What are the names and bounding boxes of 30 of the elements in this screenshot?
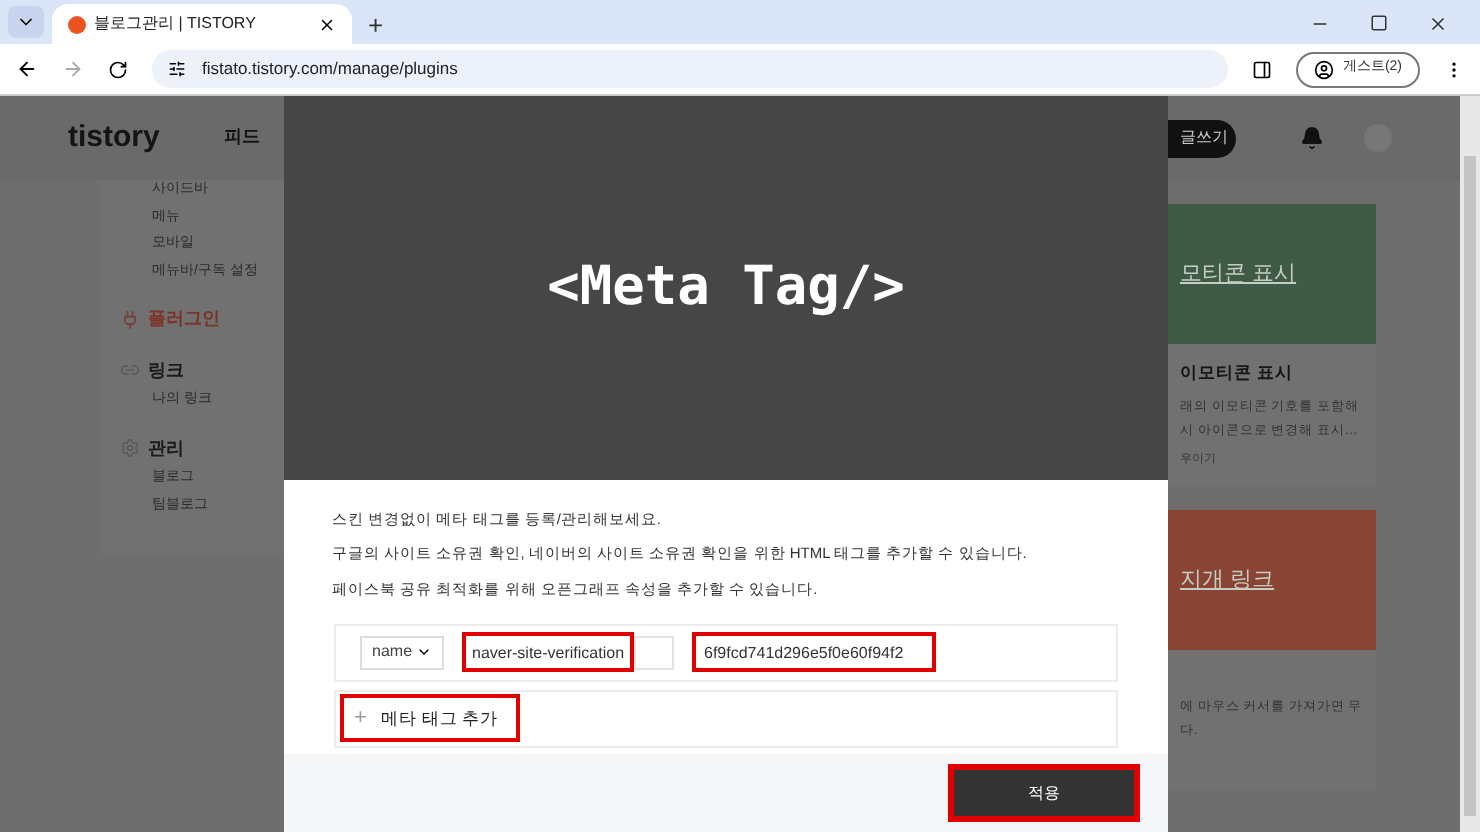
bell-icon[interactable]: [1300, 126, 1324, 150]
site-settings-icon[interactable]: [168, 60, 186, 78]
site-favicon-icon: [68, 15, 86, 33]
gear-icon: [120, 438, 140, 459]
add-meta-tag-button[interactable]: + 메타 태그 추가: [340, 694, 520, 743]
tab-title: 블로그관리 | TISTORY: [94, 12, 258, 36]
sidebar-group[interactable]: 링크: [148, 357, 184, 384]
url-text: fistato.tistory.com/manage/plugins: [202, 56, 458, 82]
close-icon[interactable]: [318, 15, 336, 33]
attribute-select[interactable]: name: [360, 635, 444, 670]
sidebar-group[interactable]: 플러그인: [148, 306, 220, 333]
user-icon: [1314, 59, 1335, 79]
site-logo[interactable]: tistory: [68, 115, 160, 161]
card-title: 이모티콘 표시: [1180, 360, 1295, 386]
reload-icon[interactable]: [108, 59, 128, 79]
back-icon[interactable]: [16, 58, 38, 80]
browser-tab[interactable]: 블로그관리 | TISTORY: [52, 4, 352, 44]
plug-icon: [120, 309, 140, 330]
maximize-icon[interactable]: [1370, 14, 1388, 32]
close-window-icon[interactable]: [1428, 14, 1448, 34]
content-input[interactable]: 6f9fcd741d296e5f0e60f94f2: [692, 632, 936, 673]
name-input[interactable]: naver-site-verification: [462, 632, 634, 673]
dialog-banner: <Meta Tag/>: [284, 96, 1168, 480]
new-tab-button[interactable]: +: [360, 12, 392, 38]
spacer-field: [634, 635, 674, 670]
address-bar[interactable]: fistato.tistory.com/manage/plugins: [152, 50, 1229, 88]
apply-button[interactable]: 적용: [948, 764, 1140, 822]
nav-link[interactable]: 피드: [223, 124, 260, 152]
side-panel-icon[interactable]: [1252, 59, 1273, 79]
sidebar-group[interactable]: 관리: [148, 435, 184, 462]
